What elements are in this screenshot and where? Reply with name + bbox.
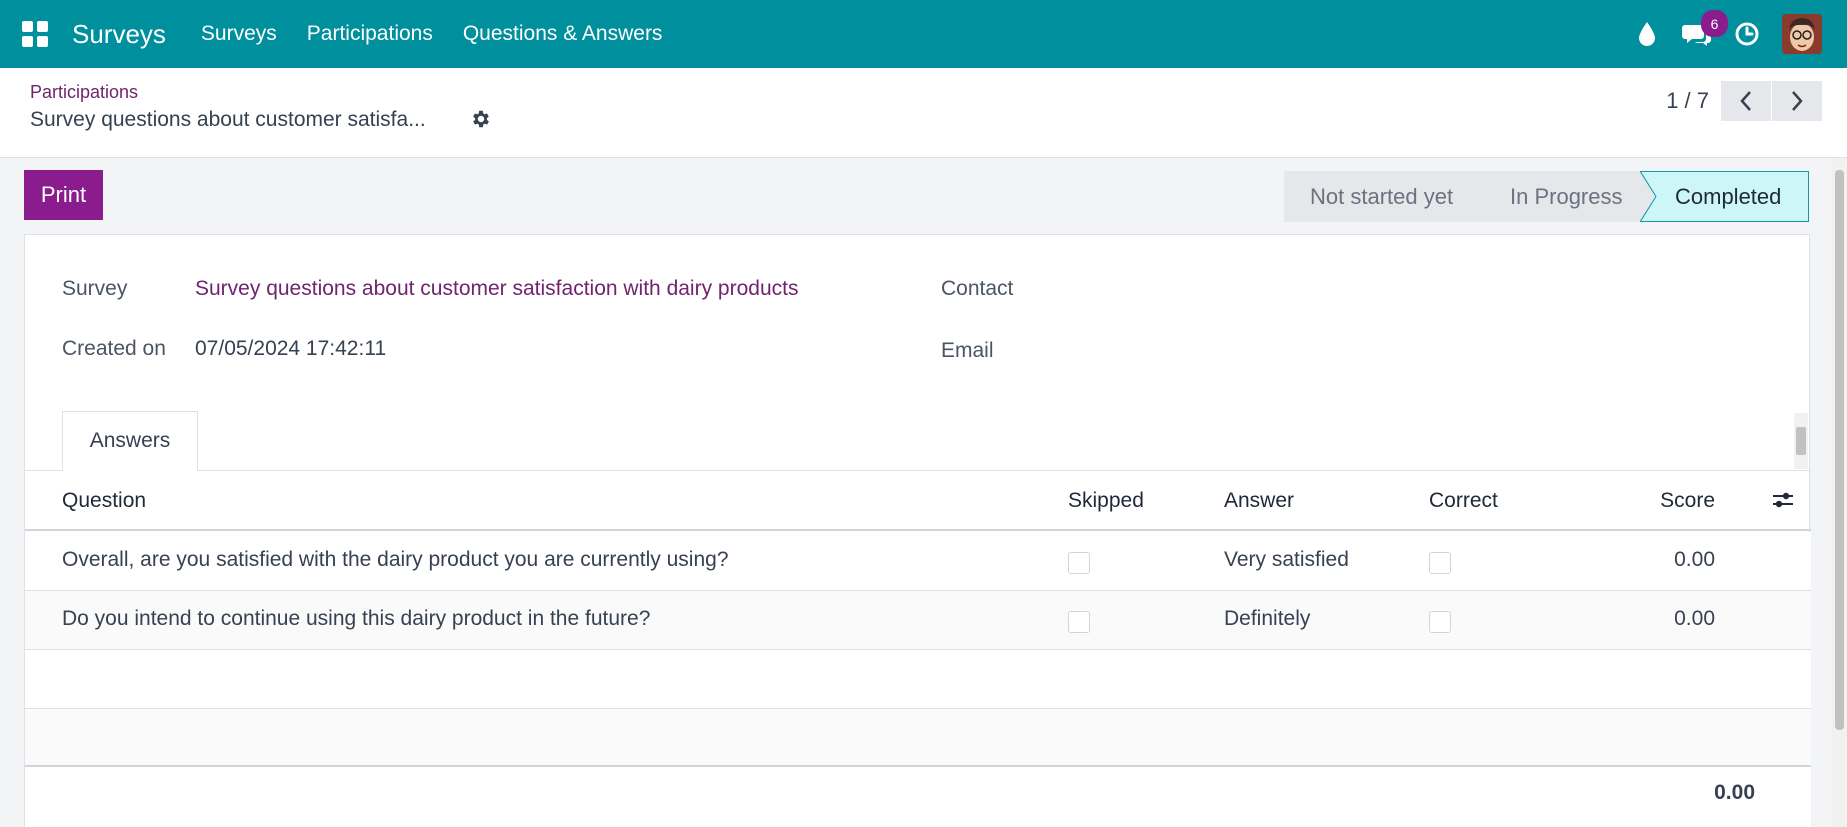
- table-row[interactable]: Overall, are you satisfied with the dair…: [25, 532, 1811, 591]
- email-label: Email: [941, 339, 994, 362]
- table-footer: 0.00: [25, 765, 1811, 827]
- column-correct[interactable]: Correct: [1429, 489, 1498, 513]
- stage-in-progress[interactable]: In Progress: [1476, 171, 1640, 222]
- app-brand[interactable]: Surveys: [72, 19, 166, 50]
- top-navbar: Surveys Surveys Participations Questions…: [0, 0, 1847, 68]
- table-header: Question Skipped Answer Correct Score: [25, 471, 1811, 531]
- skipped-checkbox[interactable]: [1068, 611, 1090, 633]
- menu-item-surveys[interactable]: Surveys: [186, 22, 292, 46]
- chat-icon[interactable]: 6: [1682, 10, 1728, 49]
- chevron-right-icon: [1792, 91, 1803, 111]
- column-question[interactable]: Question: [62, 489, 146, 513]
- stage-label: Completed: [1675, 183, 1782, 209]
- systray: 6: [1632, 0, 1847, 68]
- correct-checkbox[interactable]: [1429, 611, 1451, 633]
- tab-scrollbar[interactable]: [1794, 413, 1808, 469]
- score-cell: 0.00: [1674, 607, 1715, 630]
- score-total: 0.00: [1714, 781, 1755, 804]
- answer-cell: Very satisfied: [1224, 548, 1349, 571]
- survey-field[interactable]: Survey questions about customer satisfac…: [195, 277, 798, 301]
- pager-previous-button[interactable]: [1721, 81, 1771, 121]
- column-score[interactable]: Score: [1645, 489, 1715, 513]
- column-answer[interactable]: Answer: [1224, 489, 1294, 513]
- form-sheet: Survey Survey questions about customer s…: [24, 234, 1811, 827]
- clock-icon[interactable]: [1732, 19, 1762, 49]
- contact-label: Contact: [941, 277, 1014, 300]
- breadcrumb-participations[interactable]: Participations: [30, 82, 138, 103]
- table-row[interactable]: Do you intend to continue using this dai…: [25, 591, 1811, 650]
- pager: 1 / 7: [1666, 81, 1822, 121]
- pager-next-button[interactable]: [1772, 81, 1822, 121]
- survey-label: Survey: [62, 277, 128, 300]
- stage-completed[interactable]: Completed: [1640, 171, 1809, 222]
- menu-item-questions-answers[interactable]: Questions & Answers: [448, 22, 678, 46]
- empty-row: [25, 650, 1811, 709]
- score-cell: 0.00: [1674, 548, 1715, 571]
- message-count-badge: 6: [1701, 10, 1728, 37]
- record-title: Survey questions about customer satisfa.…: [30, 108, 426, 131]
- apps-grid-icon[interactable]: [22, 21, 48, 47]
- optional-columns-icon[interactable]: [1771, 489, 1797, 515]
- chevron-left-icon: [1740, 91, 1751, 111]
- pager-value[interactable]: 1 / 7: [1666, 88, 1709, 114]
- print-button[interactable]: Print: [24, 170, 103, 220]
- drop-icon[interactable]: [1632, 19, 1662, 49]
- answer-cell: Definitely: [1224, 607, 1311, 630]
- user-avatar[interactable]: [1782, 14, 1822, 54]
- column-skipped[interactable]: Skipped: [1068, 489, 1144, 513]
- menu-item-participations[interactable]: Participations: [292, 22, 448, 46]
- created-on-value: 07/05/2024 17:42:11: [195, 337, 387, 360]
- page-scrollbar[interactable]: [1832, 158, 1847, 827]
- question-cell: Overall, are you satisfied with the dair…: [62, 548, 729, 571]
- stage-not-started[interactable]: Not started yet: [1284, 171, 1476, 222]
- question-cell: Do you intend to continue using this dai…: [62, 607, 651, 630]
- tab-answers[interactable]: Answers: [62, 411, 198, 471]
- main-menu: Surveys Participations Questions & Answe…: [186, 22, 678, 46]
- gear-icon[interactable]: [470, 108, 496, 134]
- correct-checkbox[interactable]: [1429, 552, 1451, 574]
- created-on-label: Created on: [62, 337, 166, 360]
- stage-label: Not started yet: [1310, 183, 1454, 209]
- stage-label: In Progress: [1510, 183, 1623, 209]
- control-panel: Participations Survey questions about cu…: [0, 68, 1847, 158]
- status-bar: Not started yet In Progress Completed: [1284, 171, 1809, 222]
- empty-row: [25, 709, 1811, 765]
- skipped-checkbox[interactable]: [1068, 552, 1090, 574]
